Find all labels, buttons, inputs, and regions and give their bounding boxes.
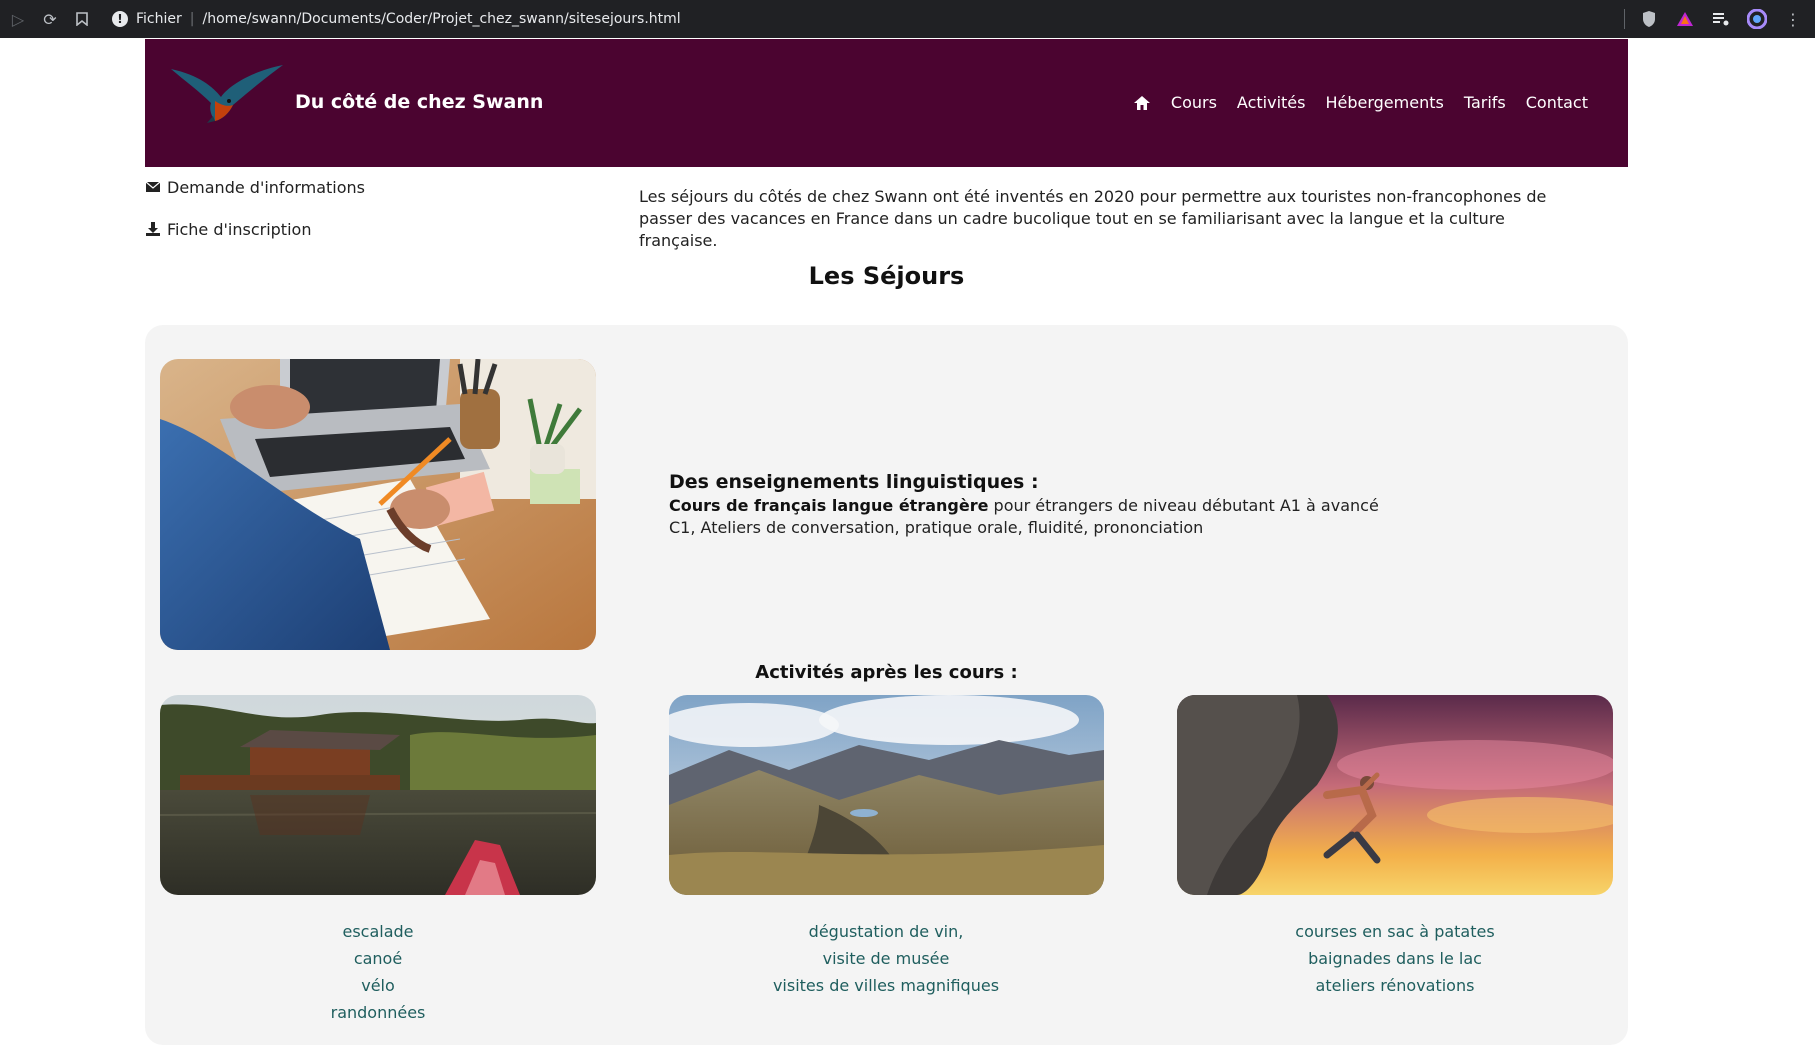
teaching-block: Des enseignements linguistiques : Cours … [669, 471, 1389, 539]
playlist-icon[interactable] [1709, 7, 1733, 31]
site-header: Du côté de chez Swann Cours Activités Hé… [145, 39, 1628, 167]
info-icon[interactable]: ! [112, 11, 128, 27]
forward-icon[interactable]: ▷ [6, 7, 30, 31]
activity-item: canoé [353, 949, 403, 968]
lake-cabin-photo [160, 695, 596, 895]
activity-item: randonnées [330, 1003, 426, 1022]
address-bar[interactable]: ! Fichier | /home/swann/Documents/Coder/… [100, 4, 1640, 34]
teaching-bold: Cours de français langue étrangère [669, 496, 989, 515]
download-icon [146, 222, 160, 236]
intro-text: Les séjours du côtés de chez Swann ont é… [639, 187, 1547, 250]
nav-hebergements[interactable]: Hébergements [1325, 93, 1443, 112]
activity-item: visite de musée [822, 949, 950, 968]
envelope-icon [145, 181, 161, 192]
study-photo [160, 359, 596, 650]
activity-item: escalade [342, 922, 414, 941]
activity-item: baignades dans le lac [1308, 949, 1482, 968]
registration-form-label: Fiche d'inscription [167, 219, 312, 239]
url-scheme: Fichier [136, 11, 182, 27]
nav-tarifs[interactable]: Tarifs [1464, 93, 1506, 112]
nav-cours[interactable]: Cours [1171, 93, 1217, 112]
home-icon[interactable] [1133, 95, 1151, 111]
browser-toolbar: ▷ ⟳ ! Fichier | /home/swann/Documents/Co… [0, 0, 1815, 38]
menu-icon[interactable]: ⋮ [1781, 7, 1805, 31]
activities-list-1: escalade canoé vélo randonnées [160, 918, 596, 1026]
activity-item: vélo [361, 976, 395, 995]
bookmark-icon[interactable] [70, 7, 94, 31]
activities-title: Activités après les cours : [755, 662, 1018, 683]
reload-icon[interactable]: ⟳ [38, 7, 62, 31]
triangle-extension-icon[interactable] [1673, 7, 1697, 31]
nav-contact[interactable]: Contact [1526, 93, 1588, 112]
swallow-logo-icon [171, 65, 283, 123]
info-request-label: Demande d'informations [167, 177, 366, 197]
activity-item: ateliers rénovations [1315, 976, 1475, 995]
profile-g-icon[interactable] [1745, 7, 1769, 31]
side-links: Demande d'informations Fiche d'inscripti… [145, 175, 365, 259]
teaching-description: Cours de français langue étrangère pour … [669, 495, 1389, 539]
browser-extensions: ⋮ [1624, 7, 1805, 31]
shield-icon[interactable] [1637, 7, 1661, 31]
activity-item: dégustation de vin, [808, 922, 964, 941]
teaching-title: Des enseignements linguistiques : [669, 471, 1039, 493]
activities-list-3: courses en sac à patates baignades dans … [1177, 918, 1613, 999]
mountain-photo [669, 695, 1104, 895]
main-nav: Cours Activités Hébergements Tarifs Cont… [1133, 93, 1588, 112]
browser-nav-buttons: ▷ ⟳ [6, 7, 94, 31]
nav-activites[interactable]: Activités [1237, 93, 1306, 112]
page-title: Les Séjours [808, 262, 965, 290]
url-separator: | [189, 11, 195, 27]
site-title[interactable]: Du côté de chez Swann [295, 91, 543, 113]
activity-item: visites de villes magnifiques [772, 976, 1000, 995]
registration-form-link[interactable]: Fiche d'inscription [145, 217, 365, 241]
activities-list-2: dégustation de vin, visite de musée visi… [668, 918, 1104, 999]
climber-photo [1177, 695, 1613, 895]
activity-item: courses en sac à patates [1295, 922, 1495, 941]
info-request-link[interactable]: Demande d'informations [145, 175, 365, 199]
url-text: /home/swann/Documents/Coder/Projet_chez_… [202, 11, 681, 27]
toolbar-divider [1624, 9, 1625, 29]
